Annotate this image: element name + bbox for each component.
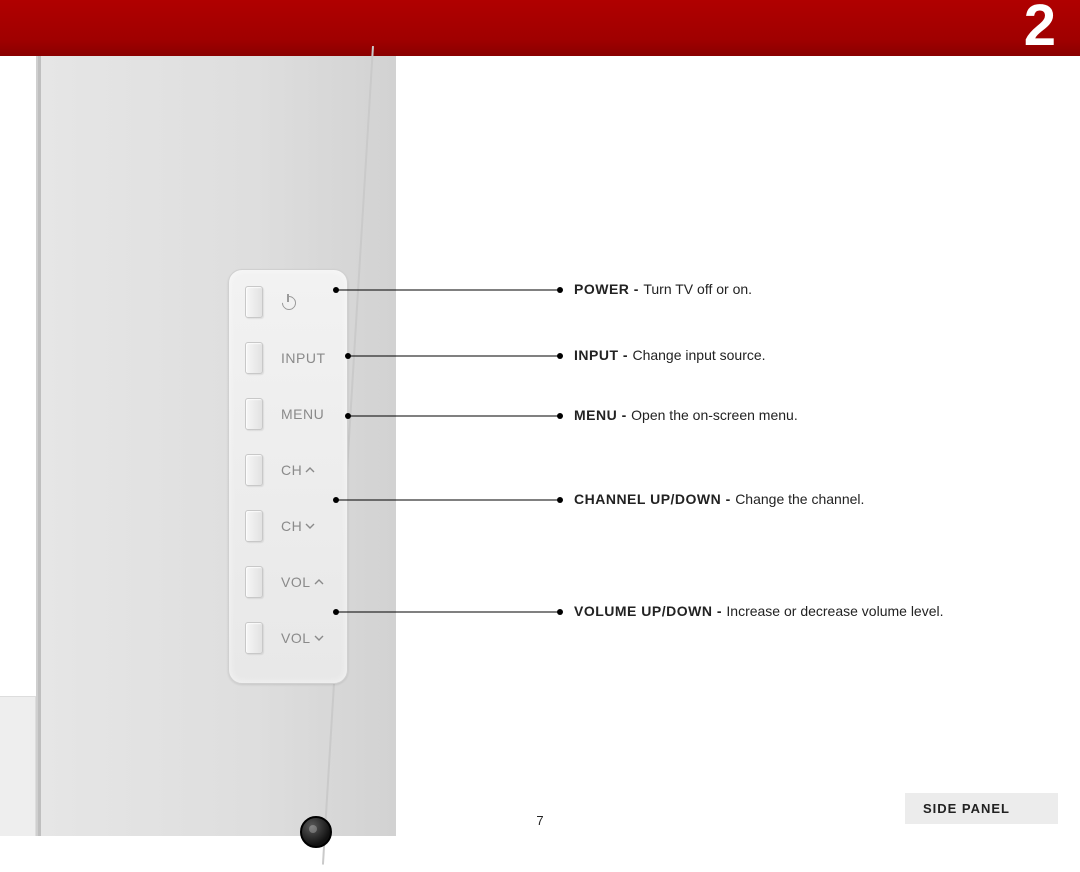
tv-knob (300, 816, 332, 848)
desc-channel: CHANNEL UP/DOWN - Change the channel. (574, 491, 864, 507)
desc-input: INPUT - Change input source. (574, 347, 766, 363)
desc-volume: VOLUME UP/DOWN - Increase or decrease vo… (574, 603, 944, 619)
desc-channel-text: Change the channel. (735, 491, 864, 507)
section-label: SIDE PANEL (905, 793, 1058, 824)
desc-input-text: Change input source. (632, 347, 765, 363)
chapter-number: 2 (1024, 0, 1054, 59)
desc-power-title: POWER - (574, 281, 643, 297)
desc-volume-text: Increase or decrease volume level. (726, 603, 943, 619)
desc-power-text: Turn TV off or on. (643, 281, 752, 297)
manual-page: INPUT MENU CH CH VOL (0, 56, 1080, 834)
desc-power: POWER - Turn TV off or on. (574, 281, 752, 297)
desc-channel-title: CHANNEL UP/DOWN - (574, 491, 735, 507)
desc-menu-text: Open the on-screen menu. (631, 407, 798, 423)
callout-lines (0, 56, 1080, 836)
page-number: 7 (536, 813, 543, 828)
header-band: 2 (0, 0, 1080, 56)
desc-input-title: INPUT - (574, 347, 632, 363)
desc-volume-title: VOLUME UP/DOWN - (574, 603, 726, 619)
desc-menu: MENU - Open the on-screen menu. (574, 407, 798, 423)
desc-menu-title: MENU - (574, 407, 631, 423)
